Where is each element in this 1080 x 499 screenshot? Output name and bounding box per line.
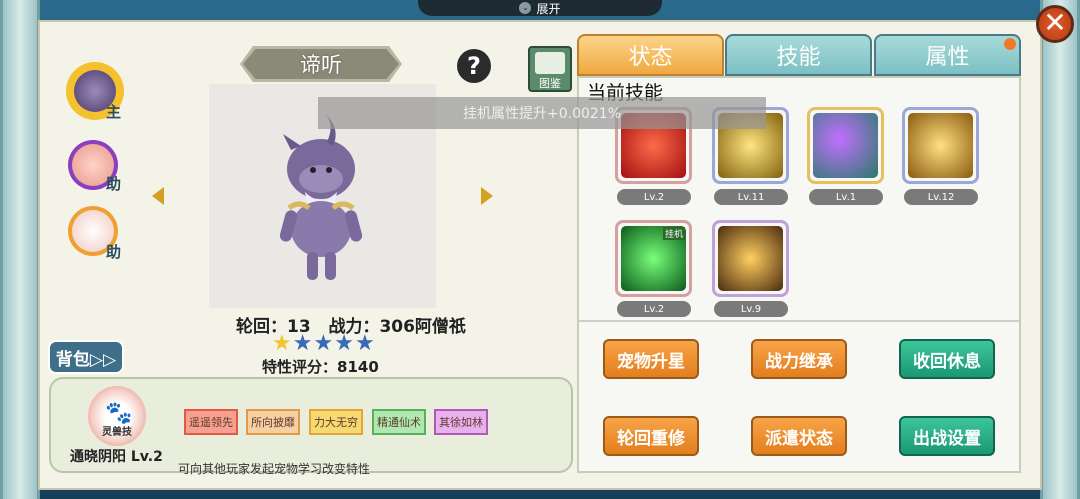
- pet-name: 谛听: [300, 53, 342, 77]
- star-icon: ★: [334, 331, 354, 356]
- star-icon: ★: [292, 331, 313, 356]
- next-pet-arrow[interactable]: [481, 187, 493, 205]
- question-icon: ?: [467, 52, 481, 80]
- trait-chip[interactable]: 所向披靡: [246, 409, 300, 435]
- notification-dot: [1004, 38, 1016, 50]
- trait-chip[interactable]: 遥遥领先: [184, 409, 238, 435]
- skill-level: Lv.9: [714, 301, 788, 317]
- trait-chip[interactable]: 精通仙术: [372, 409, 426, 435]
- purple-orb-cat-skill-icon[interactable]: [807, 107, 884, 184]
- close-button[interactable]: ✕: [1036, 5, 1074, 43]
- skill-level: Lv.1: [809, 189, 883, 205]
- trait-score: 特性评分：8140: [262, 356, 379, 377]
- tab-skills[interactable]: 技能: [725, 34, 872, 76]
- trait-chip[interactable]: 力大无穷: [309, 409, 363, 435]
- chevron-down-icon: ⌄: [519, 2, 532, 14]
- power-value: 306阿僧祇: [379, 317, 466, 337]
- reincarnate-button[interactable]: 轮回重修: [603, 416, 699, 456]
- expand-label: 展开: [536, 1, 561, 16]
- pet-star-up-button[interactable]: 宠物升星: [603, 339, 699, 379]
- idle-badge: 挂机: [662, 227, 685, 240]
- pet-name-plate: 谛听: [240, 46, 402, 82]
- golden-sword-skill-icon[interactable]: [902, 107, 979, 184]
- trait-chip[interactable]: 其徐如林: [434, 409, 488, 435]
- team-tag-main: 主: [106, 103, 122, 121]
- right-scroll-rod: [1040, 0, 1080, 499]
- spirit-skill-title: 通晓阴阳 Lv.2: [70, 449, 163, 465]
- help-button[interactable]: ?: [457, 49, 491, 83]
- skill-level: Lv.2: [617, 301, 691, 317]
- bag-button[interactable]: 背包▷▷: [48, 340, 124, 374]
- recall-rest-button[interactable]: 收回休息: [899, 339, 995, 379]
- tujian-label: 图鉴: [539, 77, 561, 90]
- close-icon: ✕: [1043, 6, 1067, 39]
- trait-description: 可向其他玩家发起宠物学习改变特性: [178, 462, 371, 476]
- star-icon: ★: [354, 331, 375, 356]
- dispatch-status-button[interactable]: 派遣状态: [751, 416, 847, 456]
- divider: [579, 320, 1019, 322]
- toast-message: 挂机属性提升+0.0021%: [318, 97, 766, 129]
- left-scroll-rod: [0, 0, 40, 499]
- emblem-text: 灵兽技: [102, 427, 132, 438]
- team-tag-assist-2: 助: [106, 243, 122, 261]
- skill-level: Lv.2: [617, 189, 691, 205]
- star-icon: ★: [313, 331, 334, 356]
- star-rating: ★ ★ ★ ★ ★: [272, 331, 375, 356]
- skill-level: Lv.12: [904, 189, 978, 205]
- trait-score-value: 8140: [337, 358, 379, 376]
- trait-score-label: 特性评分：: [262, 358, 338, 376]
- team-tag-assist-1: 助: [106, 175, 122, 193]
- battle-settings-button[interactable]: 出战设置: [899, 416, 995, 456]
- game-screen: ⌄ 展开 ✕ 主 助 助 谛听 ? 轮回：13 战力：306阿僧祇 ★ ★ ★ …: [0, 0, 1080, 499]
- skill-level: Lv.11: [714, 189, 788, 205]
- star-icon: ★: [272, 331, 292, 356]
- tab-attributes[interactable]: 属性: [874, 34, 1021, 76]
- expand-tab[interactable]: ⌄ 展开: [418, 0, 662, 16]
- tab-status[interactable]: 状态: [577, 34, 724, 76]
- spirit-skill-emblem[interactable]: 🐾 灵兽技: [88, 386, 146, 446]
- book-icon: [535, 52, 565, 74]
- golden-aura-skill-icon[interactable]: [712, 220, 789, 297]
- tujian-button[interactable]: 图鉴: [528, 46, 572, 92]
- prev-pet-arrow[interactable]: [152, 187, 164, 205]
- power-inherit-button[interactable]: 战力继承: [751, 339, 847, 379]
- green-idle-skill-icon[interactable]: 挂机: [615, 220, 692, 297]
